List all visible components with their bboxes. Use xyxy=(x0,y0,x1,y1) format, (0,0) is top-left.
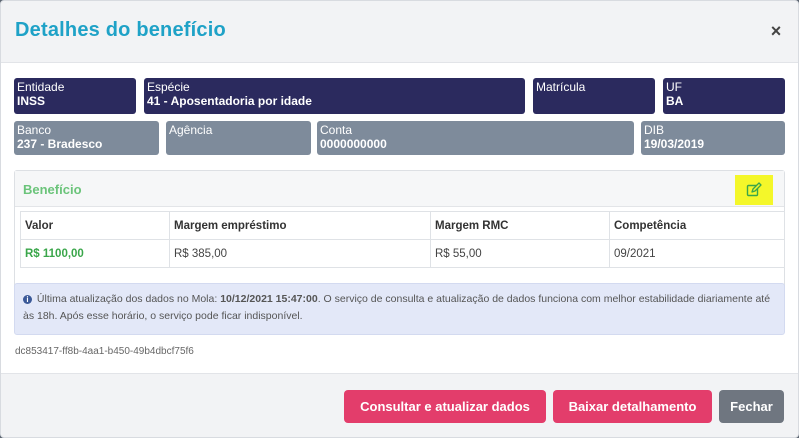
field-agencia: Agência xyxy=(166,121,311,155)
table-cell: 09/2021 xyxy=(609,239,785,268)
field-entidade: Entidade INSS xyxy=(14,78,136,114)
field-value: BA xyxy=(666,94,684,108)
info-alert: i Última atualização dos dados no Mola: … xyxy=(14,283,785,335)
modal-header: Detalhes do benefício × xyxy=(1,1,798,63)
field-label: Banco xyxy=(17,123,52,137)
info-icon: i xyxy=(23,295,32,304)
table-cell: R$ 385,00 xyxy=(169,239,431,268)
field-especie: Espécie 41 - Aposentadoria por idade xyxy=(144,78,525,114)
fechar-button[interactable]: Fechar xyxy=(719,390,784,423)
field-label: DIB xyxy=(644,123,665,137)
field-dib: DIB 19/03/2019 xyxy=(641,121,785,155)
modal-body: Entidade INSS Espécie 41 - Aposentadoria… xyxy=(1,63,798,375)
field-banco: Banco 237 - Bradesco xyxy=(14,121,159,155)
close-icon[interactable]: × xyxy=(768,22,784,40)
benefit-title: Benefício xyxy=(23,182,82,197)
info-timestamp: 10/12/2021 15:47:00 xyxy=(220,293,318,305)
field-value: 237 - Bradesco xyxy=(17,137,103,151)
field-label: Entidade xyxy=(17,80,65,94)
field-label: Espécie xyxy=(147,80,190,94)
table-row: R$ 1100,00 R$ 385,00 R$ 55,00 09/2021 xyxy=(20,239,785,268)
benefit-table: Valor Margem empréstimo Margem RMC Compe… xyxy=(20,211,785,268)
column-header: Competência xyxy=(609,211,785,240)
field-value: INSS xyxy=(17,94,46,108)
table-header-row: Valor Margem empréstimo Margem RMC Compe… xyxy=(20,211,785,240)
field-label: Conta xyxy=(320,123,353,137)
record-uuid: dc853417-ff8b-4aa1-b450-49b4dbcf75f6 xyxy=(15,346,194,357)
field-conta: Conta 0000000000 xyxy=(317,121,634,155)
modal-footer: Consultar e atualizar dados Baixar detal… xyxy=(1,373,798,437)
field-value: 41 - Aposentadoria por idade xyxy=(147,94,312,108)
column-header: Margem empréstimo xyxy=(169,211,431,240)
table-cell: R$ 55,00 xyxy=(430,239,610,268)
field-label: Matrícula xyxy=(536,80,586,94)
column-header: Valor xyxy=(20,211,170,240)
edit-icon[interactable] xyxy=(735,175,773,205)
field-value: 19/03/2019 xyxy=(644,137,705,151)
baixar-detalhamento-button[interactable]: Baixar detalhamento xyxy=(553,390,712,423)
edit-icon-glyph xyxy=(746,182,762,197)
field-matricula: Matrícula xyxy=(533,78,655,114)
field-label: Agência xyxy=(169,123,213,137)
benefit-panel-header: Benefício xyxy=(15,171,784,207)
field-label: UF xyxy=(666,80,682,94)
field-uf: UF BA xyxy=(663,78,785,114)
table-cell: R$ 1100,00 xyxy=(20,239,170,268)
field-value: 0000000000 xyxy=(320,137,387,151)
info-prefix: Última atualização dos dados no Mola: xyxy=(36,293,221,305)
modal-title: Detalhes do benefício xyxy=(15,19,226,41)
consultar-atualizar-button[interactable]: Consultar e atualizar dados xyxy=(344,390,546,423)
benefit-details-modal: Detalhes do benefício × Entidade INSS Es… xyxy=(0,0,799,438)
column-header: Margem RMC xyxy=(430,211,610,240)
